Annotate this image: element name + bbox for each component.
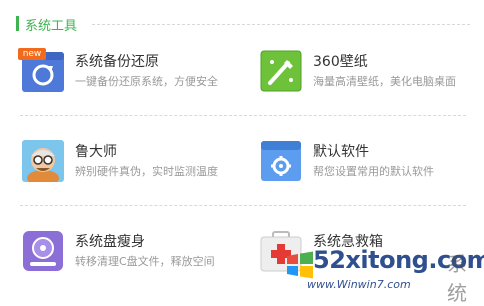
tool-desc: 一键备份还原系统，方便安全 (75, 75, 218, 88)
watermark-url: www.Winwin7.com (307, 278, 411, 291)
new-badge: new (18, 48, 46, 60)
tool-item-wallpaper[interactable]: 360壁纸 海量高清壁纸，美化电脑桌面 (260, 50, 484, 96)
default-software-icon (260, 140, 302, 182)
row-divider (20, 205, 466, 206)
watermark-cn-text: 系统 (447, 252, 467, 305)
tool-desc: 转移清理C盘文件，释放空间 (75, 255, 215, 268)
windows-logo-icon (287, 251, 313, 279)
tool-item-disk-slim[interactable]: 系统盘瘦身 转移清理C盘文件，释放空间 (22, 230, 247, 276)
disk-slim-icon (22, 230, 64, 272)
row-divider (20, 115, 466, 116)
tool-name: 鲁大师 (75, 144, 117, 160)
ludashi-icon (22, 140, 64, 186)
section-title: 系统工具 (25, 19, 78, 34)
section-accent-bar (16, 16, 19, 31)
tool-item-default-software[interactable]: 默认软件 帮您设置常用的默认软件 (260, 140, 484, 186)
tool-name: 系统备份还原 (75, 54, 159, 70)
tool-desc: 辨别硬件真伪，实时监测温度 (75, 165, 218, 178)
tool-desc: 帮您设置常用的默认软件 (313, 165, 434, 178)
watermark: 52xitong.com 系统 www.Winwin7.com (285, 240, 484, 305)
tool-item-backup-restore[interactable]: new 系统备份还原 一键备份还原系统，方便安全 (18, 48, 247, 96)
section-divider (92, 24, 470, 25)
tool-name: 系统盘瘦身 (75, 234, 145, 250)
section-header: 系统工具 (16, 14, 476, 34)
tool-item-ludashi[interactable]: 鲁大师 辨别硬件真伪，实时监测温度 (22, 140, 247, 186)
tool-name: 默认软件 (313, 144, 369, 160)
wallpaper-icon (260, 50, 302, 92)
tool-desc: 海量高清壁纸，美化电脑桌面 (313, 75, 456, 88)
tool-name: 360壁纸 (313, 54, 368, 70)
